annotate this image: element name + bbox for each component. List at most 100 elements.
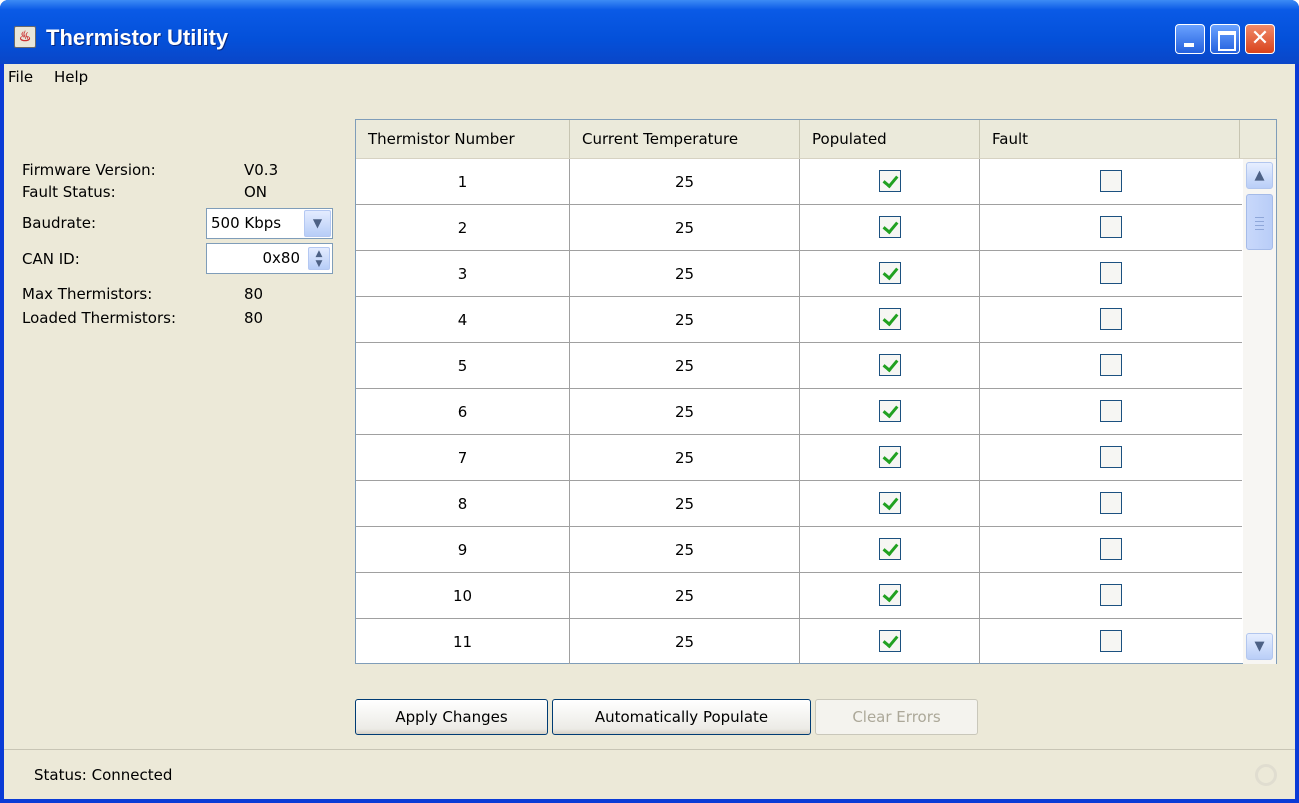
current-temperature-cell[interactable]: 25 xyxy=(570,527,800,573)
application-window: ♨ Thermistor Utility ✕ File Help Firmwar… xyxy=(0,0,1299,803)
fault-checkbox[interactable] xyxy=(1100,629,1122,652)
fault-checkbox[interactable] xyxy=(1100,537,1122,560)
populated-checkbox[interactable] xyxy=(878,583,901,606)
fault-cell xyxy=(980,573,1242,619)
fault-checkbox[interactable] xyxy=(1100,307,1122,330)
current-temperature-cell[interactable]: 25 xyxy=(570,619,800,664)
chevron-down-icon[interactable]: ▼ xyxy=(304,210,331,237)
fault-cell xyxy=(980,205,1242,251)
max-thermistors-label: Max Thermistors: xyxy=(22,285,153,303)
scroll-up-icon[interactable]: ▲ xyxy=(1246,162,1273,189)
current-temperature-cell[interactable]: 25 xyxy=(570,205,800,251)
can-id-label: CAN ID: xyxy=(22,250,80,268)
thermistor-number-cell[interactable]: 1 xyxy=(356,159,570,205)
vertical-scrollbar[interactable]: ▲ ▼ xyxy=(1243,159,1276,664)
thermistor-number-cell[interactable]: 7 xyxy=(356,435,570,481)
spinner-arrows-icon[interactable]: ▲ ▼ xyxy=(308,247,330,270)
scrollbar-thumb[interactable] xyxy=(1246,194,1273,250)
baudrate-dropdown[interactable]: 500 Kbps ▼ xyxy=(206,208,333,239)
current-temperature-cell[interactable]: 25 xyxy=(570,435,800,481)
clear-errors-button[interactable]: Clear Errors xyxy=(815,699,978,735)
fault-checkbox[interactable] xyxy=(1100,583,1122,606)
maximize-button[interactable] xyxy=(1210,24,1240,54)
thermistor-number-cell[interactable]: 2 xyxy=(356,205,570,251)
current-temperature-cell[interactable]: 25 xyxy=(570,251,800,297)
column-header-temperature[interactable]: Current Temperature xyxy=(570,120,800,158)
populated-checkbox[interactable] xyxy=(878,261,901,284)
table-row[interactable]: 1 25 xyxy=(356,159,1242,205)
current-temperature-cell[interactable]: 25 xyxy=(570,389,800,435)
can-id-value: 0x80 xyxy=(262,249,300,267)
table-row[interactable]: 3 25 xyxy=(356,251,1242,297)
table-row[interactable]: 7 25 xyxy=(356,435,1242,481)
table-row[interactable]: 9 25 xyxy=(356,527,1242,573)
fault-checkbox[interactable] xyxy=(1100,445,1122,468)
fault-checkbox[interactable] xyxy=(1100,215,1122,238)
populated-checkbox[interactable] xyxy=(878,215,901,238)
populated-cell xyxy=(800,343,980,389)
current-temperature-cell[interactable]: 25 xyxy=(570,343,800,389)
thermistor-number-cell[interactable]: 5 xyxy=(356,343,570,389)
table-row[interactable]: 10 25 xyxy=(356,573,1242,619)
scroll-down-icon[interactable]: ▼ xyxy=(1246,633,1273,660)
java-icon[interactable]: ♨ xyxy=(14,26,36,48)
menu-help[interactable]: Help xyxy=(50,68,92,86)
thermistor-number-cell[interactable]: 6 xyxy=(356,389,570,435)
thermistor-number-cell[interactable]: 3 xyxy=(356,251,570,297)
populated-checkbox[interactable] xyxy=(878,537,901,560)
apply-changes-button[interactable]: Apply Changes xyxy=(355,699,548,735)
fault-checkbox[interactable] xyxy=(1100,491,1122,514)
table-row[interactable]: 5 25 xyxy=(356,343,1242,389)
current-temperature-cell[interactable]: 25 xyxy=(570,159,800,205)
fault-status-label: Fault Status: xyxy=(22,183,116,201)
thermistor-number-cell[interactable]: 10 xyxy=(356,573,570,619)
thermistor-table: Thermistor Number Current Temperature Po… xyxy=(355,119,1277,664)
minimize-button[interactable] xyxy=(1175,24,1205,54)
status-text: Status: Connected xyxy=(34,766,173,784)
loaded-thermistors-label: Loaded Thermistors: xyxy=(22,309,176,327)
populated-checkbox[interactable] xyxy=(878,629,901,652)
populated-checkbox[interactable] xyxy=(878,169,901,192)
thermistor-number-cell[interactable]: 8 xyxy=(356,481,570,527)
table-row[interactable]: 4 25 xyxy=(356,297,1242,343)
current-temperature-cell[interactable]: 25 xyxy=(570,481,800,527)
populated-cell xyxy=(800,481,980,527)
table-row[interactable]: 6 25 xyxy=(356,389,1242,435)
table-header: Thermistor Number Current Temperature Po… xyxy=(356,120,1276,159)
window-title: Thermistor Utility xyxy=(46,25,229,50)
fault-checkbox[interactable] xyxy=(1100,261,1122,284)
populated-cell xyxy=(800,251,980,297)
column-header-number[interactable]: Thermistor Number xyxy=(356,120,570,158)
thermistor-number-cell[interactable]: 11 xyxy=(356,619,570,664)
automatically-populate-button[interactable]: Automatically Populate xyxy=(552,699,811,735)
table-row[interactable]: 8 25 xyxy=(356,481,1242,527)
populated-checkbox[interactable] xyxy=(878,353,901,376)
populated-checkbox[interactable] xyxy=(878,307,901,330)
current-temperature-cell[interactable]: 25 xyxy=(570,573,800,619)
loaded-thermistors-value: 80 xyxy=(244,309,264,327)
can-id-spinner[interactable]: 0x80 ▲ ▼ xyxy=(206,243,333,274)
populated-cell xyxy=(800,159,980,205)
fault-checkbox[interactable] xyxy=(1100,399,1122,422)
fault-cell xyxy=(980,619,1242,664)
table-row[interactable]: 2 25 xyxy=(356,205,1242,251)
firmware-version-label: Firmware Version: xyxy=(22,161,156,179)
populated-cell xyxy=(800,619,980,664)
status-bar: Status: Connected xyxy=(4,749,1295,799)
menu-file[interactable]: File xyxy=(4,68,37,86)
thermistor-number-cell[interactable]: 9 xyxy=(356,527,570,573)
fault-cell xyxy=(980,527,1242,573)
thermistor-number-cell[interactable]: 4 xyxy=(356,297,570,343)
populated-checkbox[interactable] xyxy=(878,491,901,514)
column-header-fault[interactable]: Fault xyxy=(980,120,1240,158)
table-row[interactable]: 11 25 xyxy=(356,619,1242,664)
populated-checkbox[interactable] xyxy=(878,445,901,468)
title-bar[interactable]: ♨ Thermistor Utility ✕ xyxy=(0,0,1299,64)
column-header-populated[interactable]: Populated xyxy=(800,120,980,158)
fault-cell xyxy=(980,297,1242,343)
fault-checkbox[interactable] xyxy=(1100,353,1122,376)
current-temperature-cell[interactable]: 25 xyxy=(570,297,800,343)
populated-checkbox[interactable] xyxy=(878,399,901,422)
fault-checkbox[interactable] xyxy=(1100,169,1122,192)
close-button[interactable]: ✕ xyxy=(1245,24,1275,54)
